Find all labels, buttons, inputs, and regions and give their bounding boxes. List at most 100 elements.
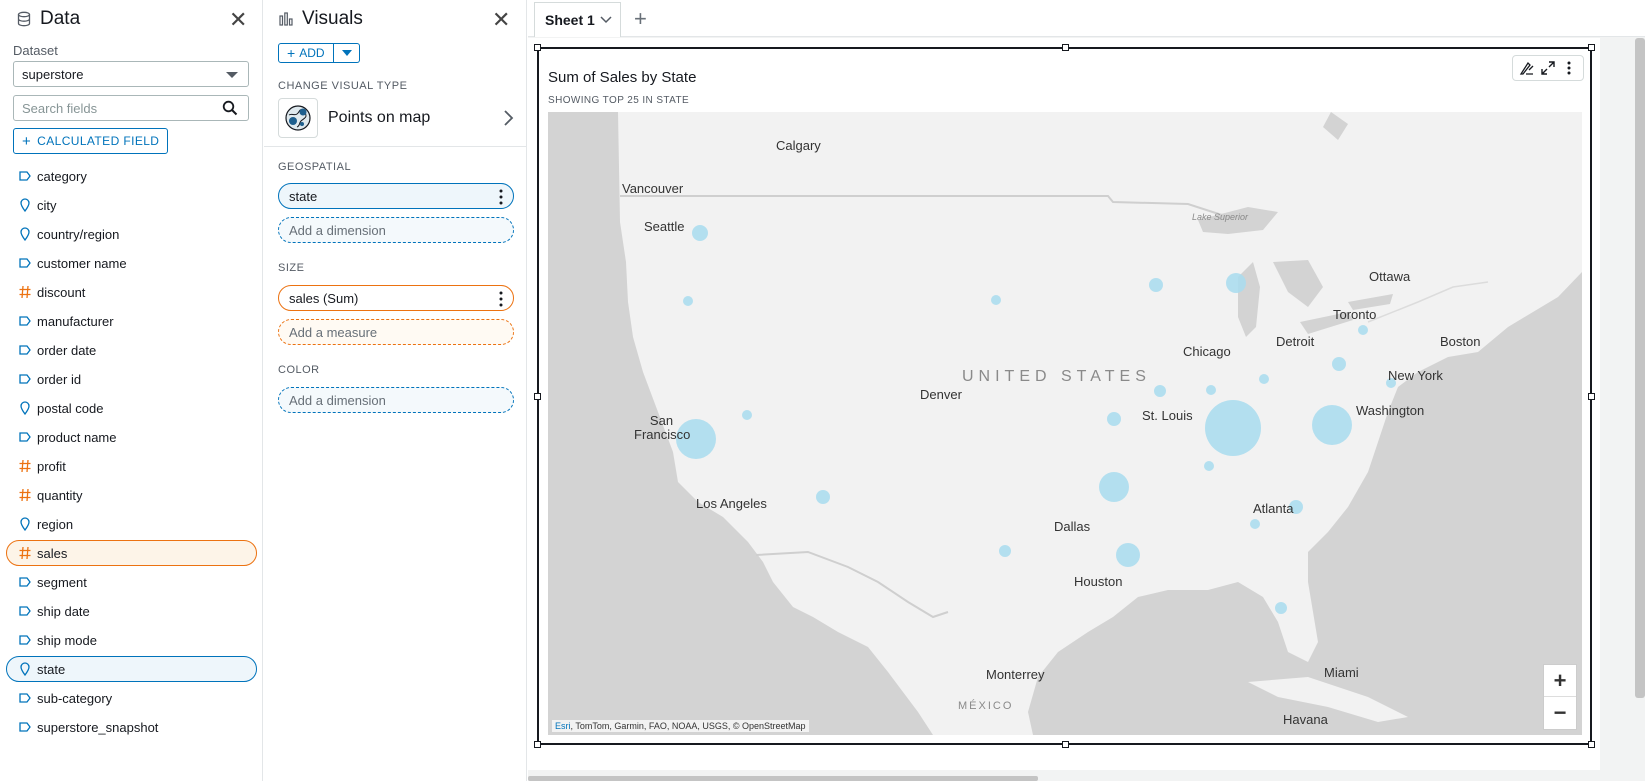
field-label: customer name — [37, 255, 127, 271]
visual-type-selector[interactable]: Points on map — [278, 98, 516, 138]
field-item-discount[interactable]: discount — [6, 279, 257, 305]
state-bubble[interactable] — [1154, 385, 1166, 397]
more-options-icon[interactable] — [499, 291, 503, 307]
field-item-customer-name[interactable]: customer name — [6, 250, 257, 276]
map-visual[interactable]: Sum of Sales by State SHOWING TOP 25 IN … — [534, 44, 1595, 748]
state-bubble[interactable] — [742, 410, 752, 420]
zoom-out-button[interactable]: − — [1544, 697, 1576, 729]
zoom-in-button[interactable]: + — [1544, 665, 1576, 697]
add-geospatial-dimension[interactable]: Add a dimension — [278, 217, 514, 243]
state-bubble[interactable] — [816, 490, 830, 504]
search-icon[interactable] — [222, 100, 238, 116]
field-item-quantity[interactable]: quantity — [6, 482, 257, 508]
more-options-icon[interactable] — [1561, 60, 1577, 76]
field-item-manufacturer[interactable]: manufacturer — [6, 308, 257, 334]
state-bubble[interactable] — [1332, 357, 1346, 371]
state-bubble[interactable] — [683, 296, 693, 306]
divider — [264, 146, 527, 147]
dataset-select[interactable]: superstore — [13, 61, 249, 87]
field-item-profit[interactable]: profit — [6, 453, 257, 479]
state-bubble[interactable] — [692, 225, 708, 241]
state-bubble[interactable] — [1312, 405, 1352, 445]
map-label-lake-superior: Lake Superior — [1192, 212, 1249, 222]
field-item-order-date[interactable]: order date — [6, 337, 257, 363]
vertical-scrollbar[interactable] — [1635, 38, 1645, 698]
field-label: region — [37, 516, 74, 532]
state-bubble[interactable] — [1149, 278, 1163, 292]
size-field-well[interactable]: sales (Sum) — [278, 285, 514, 311]
field-item-ship-mode[interactable]: ship mode — [6, 627, 257, 653]
resize-handle[interactable] — [1588, 44, 1595, 51]
field-item-city[interactable]: city — [6, 192, 257, 218]
visual-type-name: Points on map — [328, 109, 431, 126]
hash-icon — [18, 546, 32, 560]
state-bubble[interactable] — [1116, 543, 1140, 567]
resize-handle[interactable] — [1588, 393, 1595, 400]
field-item-superstore-snapshot[interactable]: superstore_snapshot — [6, 714, 257, 740]
field-item-country-region[interactable]: country/region — [6, 221, 257, 247]
points-on-map-icon — [278, 98, 318, 138]
resize-handle[interactable] — [1062, 741, 1069, 748]
search-fields-input[interactable] — [13, 95, 249, 121]
add-visual-button[interactable]: + ADD — [278, 43, 334, 63]
sheet-area: Sum of Sales by State SHOWING TOP 25 IN … — [528, 38, 1600, 770]
data-panel: Data ✕ Dataset superstore + CALCULATED F… — [0, 0, 263, 781]
dimension-tag-icon — [18, 720, 32, 734]
size-label: SIZE — [278, 262, 305, 274]
field-item-state[interactable]: state — [6, 656, 257, 682]
field-label: profit — [37, 458, 66, 474]
state-bubble[interactable] — [1099, 472, 1129, 502]
dataset-select-value: superstore — [22, 67, 84, 82]
state-bubble[interactable] — [991, 295, 1001, 305]
state-bubble[interactable] — [1205, 400, 1261, 456]
state-bubble[interactable] — [1204, 461, 1214, 471]
geospatial-field-well[interactable]: state — [278, 183, 514, 209]
plus-icon: + — [287, 45, 296, 61]
resize-handle[interactable] — [1062, 44, 1069, 51]
field-item-order-id[interactable]: order id — [6, 366, 257, 392]
format-visual-icon[interactable] — [1519, 60, 1535, 76]
esri-link[interactable]: Esri — [555, 721, 571, 731]
map-area[interactable]: Calgary Vancouver Seattle Lake Superior … — [548, 112, 1582, 735]
add-size-measure[interactable]: Add a measure — [278, 319, 514, 345]
chevron-down-icon[interactable] — [600, 15, 612, 25]
close-visuals-panel-button[interactable]: ✕ — [492, 9, 510, 31]
state-bubble[interactable] — [1275, 602, 1287, 614]
dimension-tag-icon — [18, 343, 32, 357]
add-calculated-field-button[interactable]: + CALCULATED FIELD — [13, 128, 168, 154]
resize-handle[interactable] — [1588, 741, 1595, 748]
state-bubble[interactable] — [1259, 374, 1269, 384]
field-item-sub-category[interactable]: sub-category — [6, 685, 257, 711]
state-bubble[interactable] — [1358, 325, 1368, 335]
field-item-postal-code[interactable]: postal code — [6, 395, 257, 421]
tab-sheet-1[interactable]: Sheet 1 — [534, 2, 621, 37]
state-bubble[interactable] — [1107, 412, 1121, 426]
map-label-havana: Havana — [1283, 712, 1328, 727]
field-item-region[interactable]: region — [6, 511, 257, 537]
close-data-panel-button[interactable]: ✕ — [229, 9, 247, 31]
add-dropdown-button[interactable] — [333, 43, 360, 63]
chevron-right-icon — [504, 110, 514, 126]
database-icon — [17, 11, 31, 27]
state-bubble[interactable] — [1206, 385, 1216, 395]
dimension-tag-icon — [18, 575, 32, 589]
field-item-product-name[interactable]: product name — [6, 424, 257, 450]
visuals-panel: Visuals ✕ + ADD CHANGE VISUAL TYPE Point… — [264, 0, 527, 781]
field-item-sales[interactable]: sales — [6, 540, 257, 566]
add-sheet-button[interactable]: + — [634, 8, 647, 30]
more-options-icon[interactable] — [499, 189, 503, 205]
resize-handle[interactable] — [534, 44, 541, 51]
resize-handle[interactable] — [534, 741, 541, 748]
field-item-segment[interactable]: segment — [6, 569, 257, 595]
state-bubble[interactable] — [1250, 519, 1260, 529]
field-item-category[interactable]: category — [6, 163, 257, 189]
add-color-dimension[interactable]: Add a dimension — [278, 387, 514, 413]
field-item-ship-date[interactable]: ship date — [6, 598, 257, 624]
resize-handle[interactable] — [534, 393, 541, 400]
expand-icon[interactable] — [1540, 60, 1556, 76]
state-bubble[interactable] — [999, 545, 1011, 557]
visual-menu — [1512, 55, 1584, 81]
map-label-detroit: Detroit — [1276, 334, 1315, 349]
state-bubble[interactable] — [1226, 273, 1246, 293]
horizontal-scrollbar[interactable] — [528, 776, 1038, 781]
